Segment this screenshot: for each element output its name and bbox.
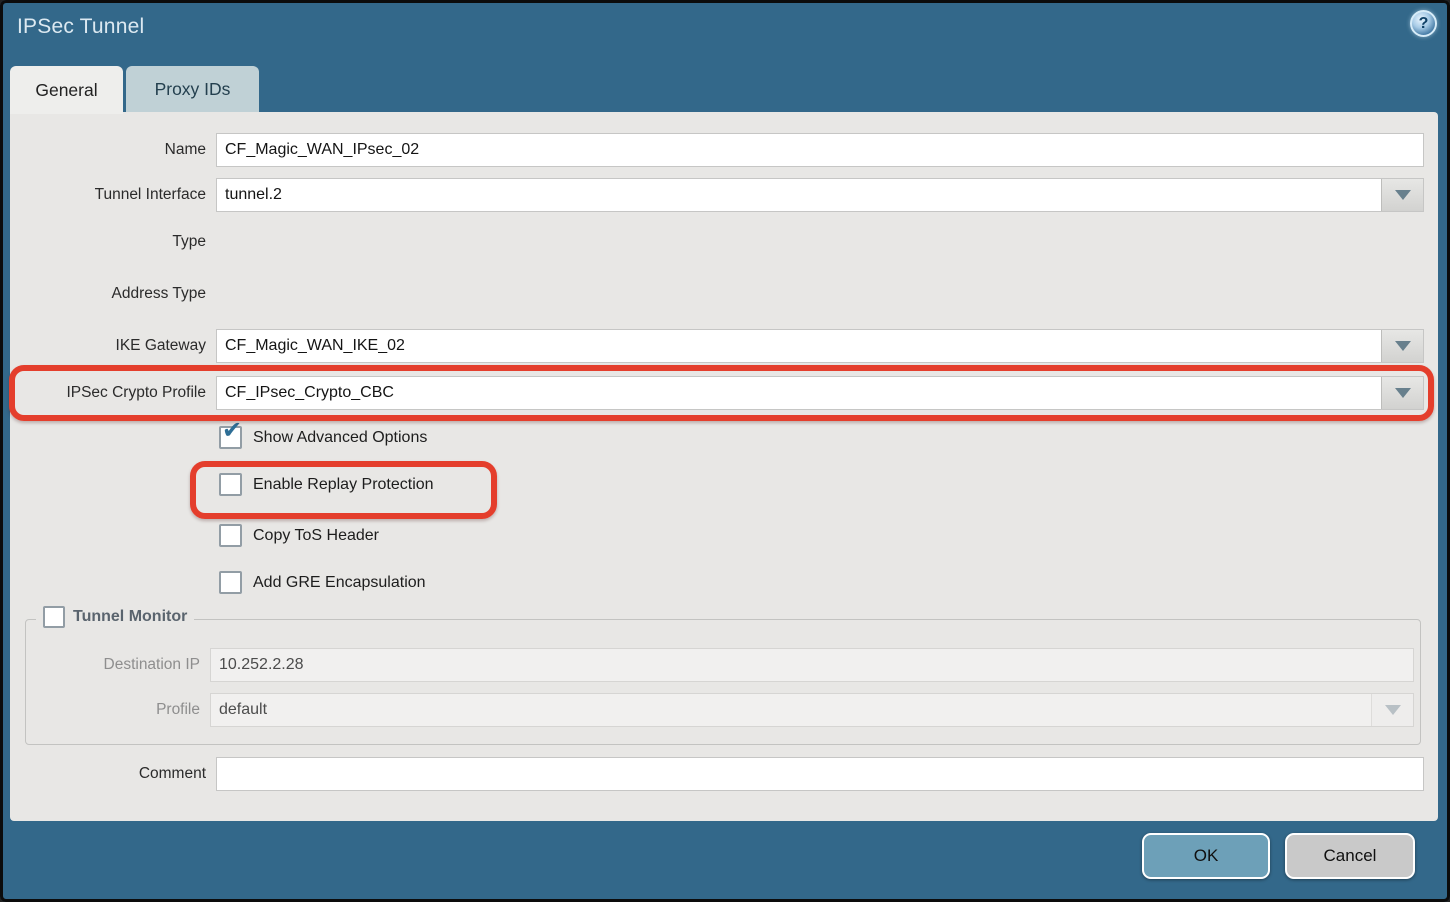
ike-gateway-input[interactable] [217,330,1381,362]
checkbox-copy-tos-header[interactable]: Copy ToS Header [219,524,379,547]
ike-gateway-row: IKE Gateway [0,329,1424,363]
help-icon[interactable]: ? [1410,10,1437,37]
tunnel-interface-label: Tunnel Interface [0,186,216,204]
ipsec-crypto-profile-combo[interactable] [216,376,1424,410]
checkbox-enable-replay-protection-label: Enable Replay Protection [253,476,434,494]
tunnel-interface-row: Tunnel Interface [0,178,1424,212]
type-row: Type [0,228,800,255]
profile-label: Profile [0,701,210,719]
check-icon: ✔ [222,419,242,443]
tunnel-monitor-label: Tunnel Monitor [73,608,187,626]
ipsec-tunnel-dialog: IPSec Tunnel ? General Proxy IDs Name Tu… [0,0,1450,902]
ipsec-crypto-profile-label: IPSec Crypto Profile [0,384,216,402]
profile-combo [210,693,1414,727]
ike-gateway-label: IKE Gateway [0,337,216,355]
cancel-button[interactable]: Cancel [1285,833,1415,879]
ipsec-crypto-profile-dropdown-button[interactable] [1381,377,1423,409]
name-label: Name [0,141,216,159]
chevron-down-icon [1395,388,1411,398]
destination-ip-input [210,648,1414,682]
comment-label: Comment [0,765,216,783]
ipsec-crypto-profile-row: IPSec Crypto Profile [0,376,1424,410]
name-input[interactable] [216,133,1424,167]
destination-ip-label: Destination IP [0,656,210,674]
tab-general[interactable]: General [10,66,123,114]
tab-proxy-ids-label: Proxy IDs [155,79,231,100]
comment-input[interactable] [216,757,1424,791]
checkbox-add-gre-encapsulation[interactable]: Add GRE Encapsulation [219,571,426,594]
address-type-label: Address Type [0,285,216,303]
dialog-title: IPSec Tunnel [17,15,144,39]
tunnel-interface-input[interactable] [217,179,1381,211]
profile-input [211,694,1371,726]
cancel-button-label: Cancel [1324,846,1377,866]
ipsec-crypto-profile-input[interactable] [217,377,1381,409]
checkbox-tunnel-monitor-control[interactable] [43,606,65,628]
tab-general-label: General [35,80,97,101]
destination-ip-row: Destination IP [0,648,1414,681]
checkbox-add-gre-encapsulation-label: Add GRE Encapsulation [253,574,426,592]
tunnel-interface-combo[interactable] [216,178,1424,212]
ok-button-label: OK [1194,846,1219,866]
checkbox-show-advanced-options-label: Show Advanced Options [253,429,427,447]
ike-gateway-combo[interactable] [216,329,1424,363]
profile-row: Profile [0,693,1414,726]
type-label: Type [0,233,216,251]
address-type-row: Address Type [0,280,800,307]
comment-row: Comment [0,757,1424,791]
checkbox-copy-tos-header-control[interactable] [219,524,242,547]
checkbox-enable-replay-protection[interactable]: Enable Replay Protection [219,473,434,496]
chevron-down-icon [1385,705,1401,715]
checkbox-copy-tos-header-label: Copy ToS Header [253,527,379,545]
checkbox-tunnel-monitor[interactable]: Tunnel Monitor [36,606,194,628]
name-row: Name [0,133,1424,167]
checkbox-add-gre-encapsulation-control[interactable] [219,571,242,594]
checkbox-enable-replay-protection-control[interactable] [219,473,242,496]
chevron-down-icon [1395,341,1411,351]
profile-dropdown-button [1371,694,1413,726]
tunnel-interface-dropdown-button[interactable] [1381,179,1423,211]
checkbox-show-advanced-options-control[interactable]: ✔ [219,426,242,449]
checkbox-show-advanced-options[interactable]: ✔ Show Advanced Options [219,426,427,449]
ok-button[interactable]: OK [1142,833,1270,879]
help-glyph: ? [1419,15,1429,33]
tab-proxy-ids[interactable]: Proxy IDs [126,66,259,112]
ike-gateway-dropdown-button[interactable] [1381,330,1423,362]
chevron-down-icon [1395,190,1411,200]
